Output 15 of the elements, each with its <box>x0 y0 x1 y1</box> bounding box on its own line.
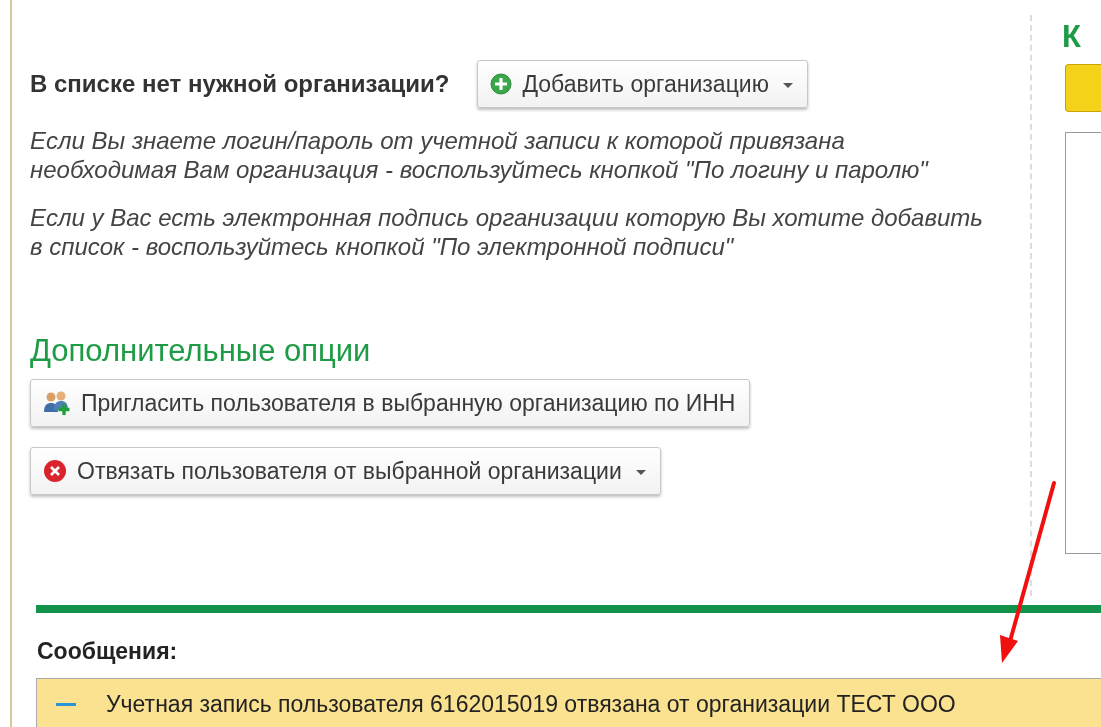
error-icon <box>43 459 67 483</box>
hint-text: Если у Вас есть электронная подпись организации которую Вы хотите добавить в список - воспользуйтесь кнопкой "По электронной подписи" <box>30 203 984 261</box>
plus-icon <box>490 73 513 95</box>
add-organization-button[interactable]: Добавить организацию <box>477 60 808 108</box>
messages-title: Сообщения: <box>37 638 179 665</box>
message-text: Учетная запись пользователя 6162015019 отвязана от организации ТЕСТ ООО <box>106 690 956 718</box>
dash-icon <box>56 702 76 706</box>
unlink-user-button[interactable]: Отвязать пользователя от выбранной организации <box>30 447 661 495</box>
section-heading: Дополнительные опции <box>30 333 372 369</box>
action-button[interactable] <box>1065 64 1101 112</box>
panel-heading: К <box>1062 22 1082 52</box>
invite-user-button[interactable]: Пригласить пользователя в выбранную организацию по ИНН <box>30 379 751 427</box>
question-label: В списке нет нужной организации? <box>30 70 450 98</box>
hint-text: Если Вы знаете логин/пароль от учетной записи к которой привязана необходимая Вам организация - воспользуйтесь кнопкой "По логину и паролю" <box>30 126 930 184</box>
users-add-icon <box>43 390 71 416</box>
